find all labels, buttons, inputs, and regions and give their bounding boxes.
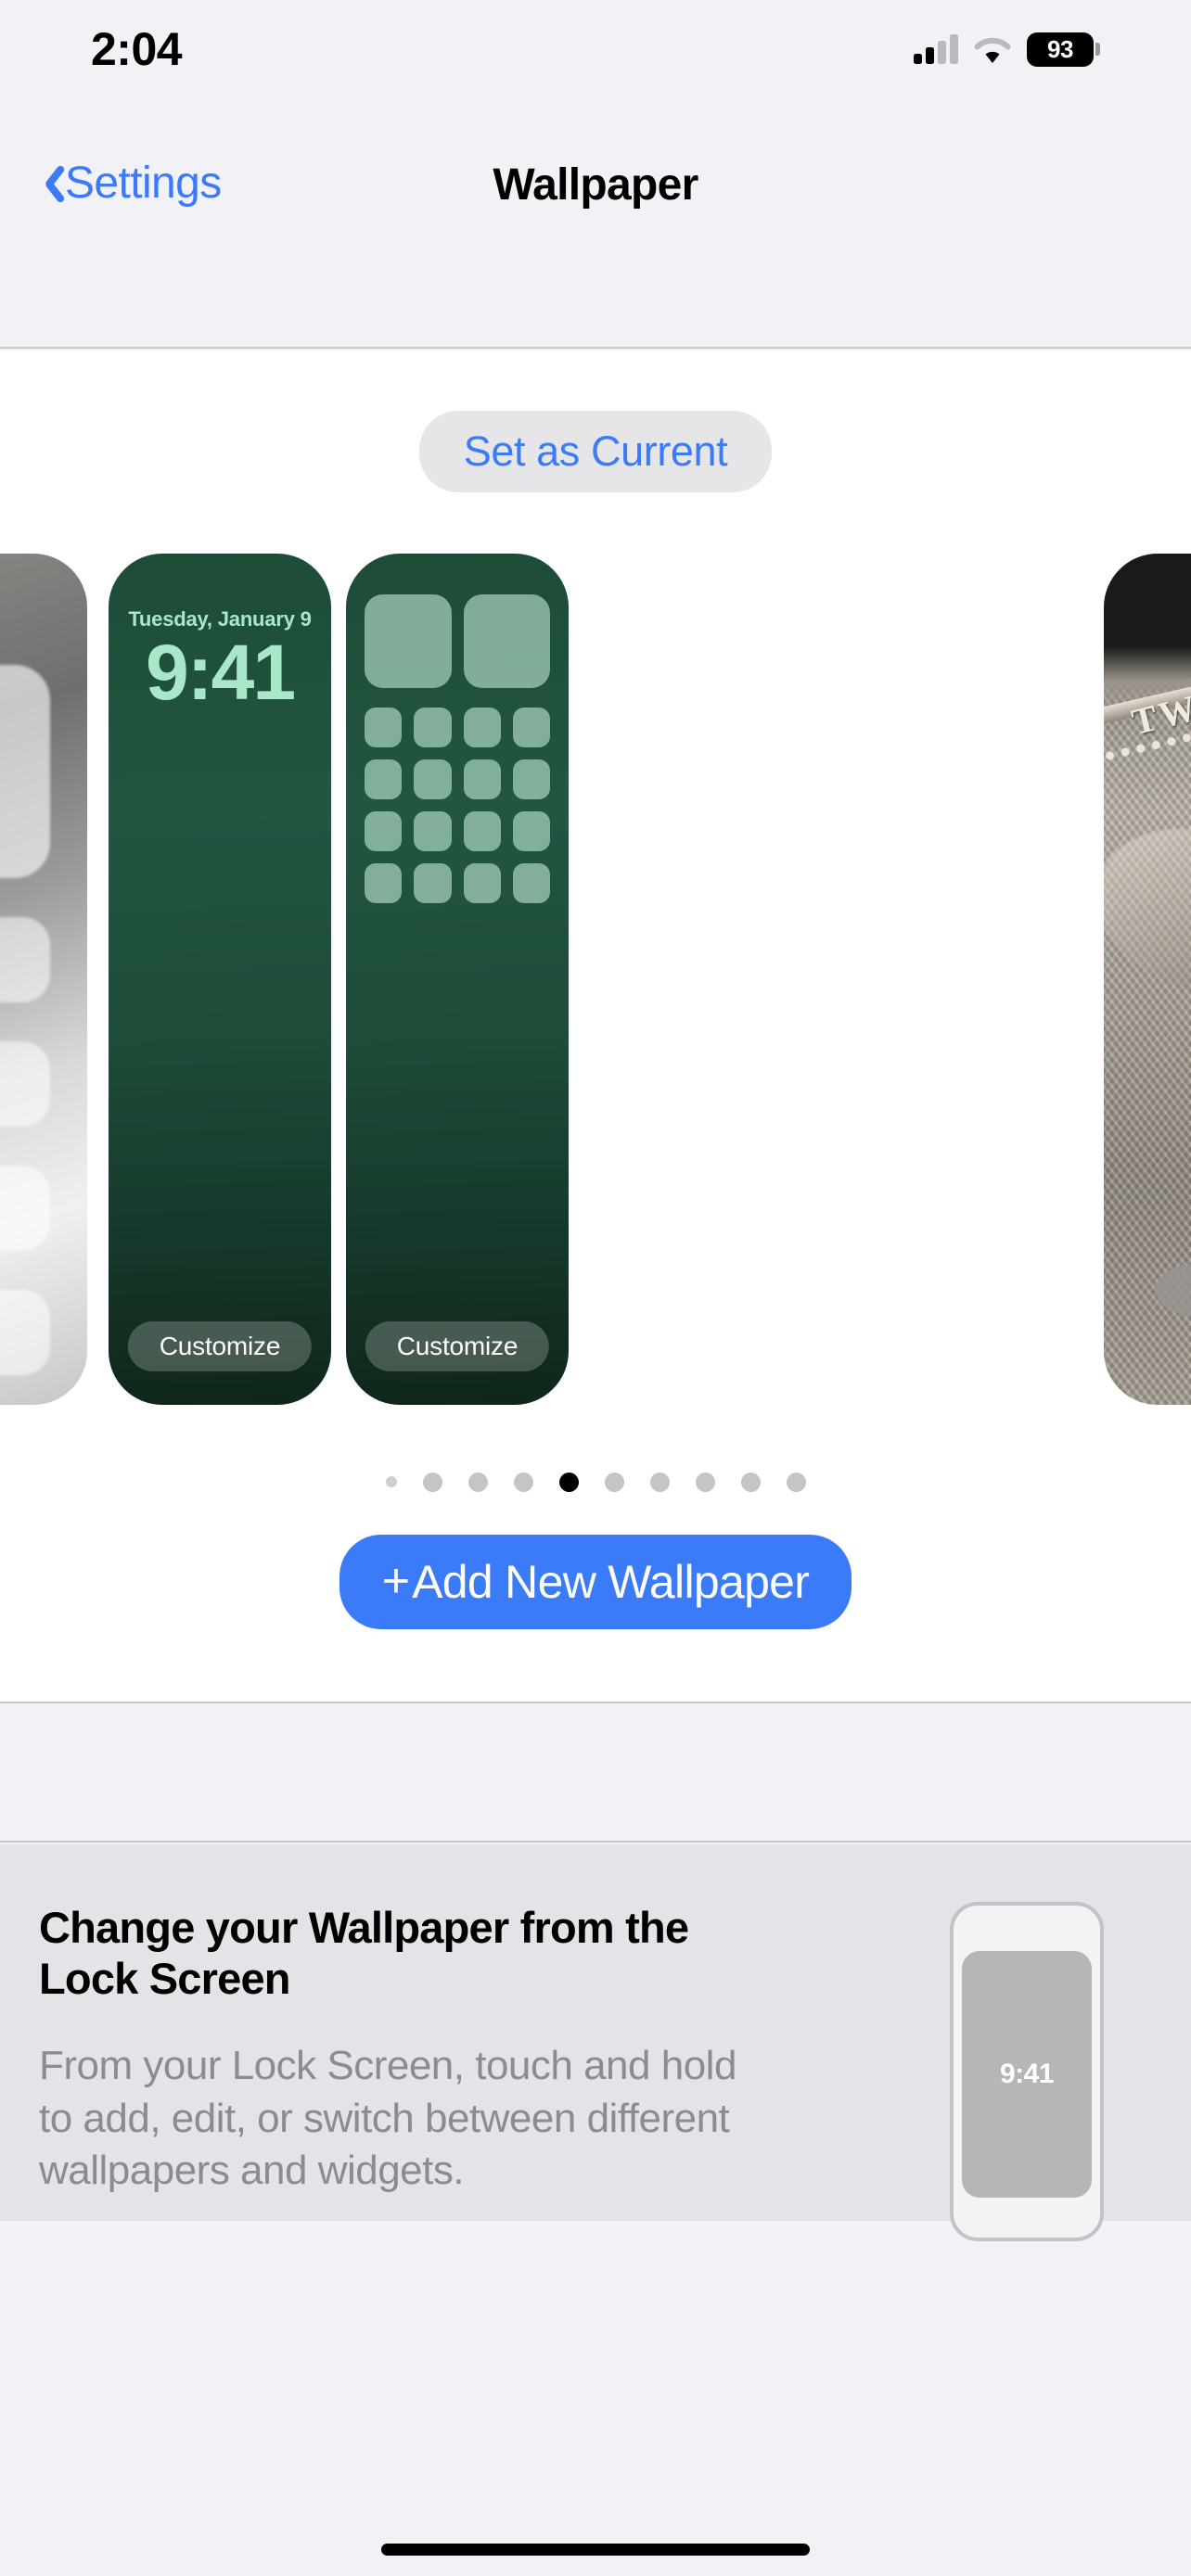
app-icon-placeholder — [512, 708, 550, 747]
page-dot[interactable] — [513, 1472, 533, 1492]
mini-phone-screen: 9:41 — [962, 1951, 1092, 2198]
plus-icon: + — [381, 1553, 411, 1608]
battery-percent-label: 93 — [1046, 34, 1074, 63]
app-icon-placeholder — [512, 759, 550, 799]
app-icon-placeholder — [463, 863, 501, 903]
app-icon-placeholder — [365, 708, 403, 747]
app-icon-placeholder — [463, 708, 501, 747]
set-as-current-container: Set as Current — [0, 411, 1191, 492]
lock-screen-tip-card: Change your Wallpaper from the Lock Scre… — [0, 1844, 1191, 2241]
home-screen-app-grid — [365, 708, 550, 903]
previous-wallpaper-icons — [0, 665, 70, 1405]
customize-home-screen-button[interactable]: Customize — [365, 1321, 550, 1371]
tip-body: From your Lock Screen, touch and hold to… — [39, 2042, 736, 2194]
app-icon-placeholder — [414, 863, 452, 903]
app-icon-placeholder — [463, 811, 501, 851]
app-icon-placeholder — [512, 863, 550, 903]
app-icon-placeholder — [365, 759, 403, 799]
wallpaper-card-previous[interactable] — [0, 554, 87, 1405]
wallpaper-card-home-screen[interactable]: Customize — [346, 554, 569, 1405]
page-dot[interactable] — [604, 1472, 624, 1492]
wallpaper-cards-row[interactable]: Tuesday, January 9 9:41 Customize Custom… — [0, 554, 1191, 1407]
status-bar: 2:04 93 — [0, 0, 1191, 85]
mini-phone-time: 9:41 — [999, 2059, 1055, 2089]
wifi-icon — [973, 35, 1012, 64]
status-bar-indicators: 93 — [914, 32, 1100, 67]
page-dot[interactable] — [695, 1472, 715, 1492]
add-new-wallpaper-label: Add New Wallpaper — [412, 1556, 810, 1608]
add-wallpaper-container: + Add New Wallpaper — [0, 1535, 1191, 1629]
lock-screen-time: 9:41 — [145, 629, 296, 716]
app-icon-placeholder — [414, 811, 452, 851]
app-icon-placeholder — [512, 811, 550, 851]
customize-lock-screen-button[interactable]: Customize — [127, 1321, 313, 1371]
navigation-bar: Settings Wallpaper — [0, 85, 1191, 349]
mini-phone-illustration: 9:41 — [950, 1902, 1104, 2241]
app-icon-placeholder — [463, 759, 501, 799]
tip-title: Change your Wallpaper from the Lock Scre… — [39, 1903, 689, 2004]
wallpaper-card-next[interactable]: TW — [1104, 554, 1191, 1405]
widget-placeholder — [463, 594, 550, 688]
app-icon-placeholder — [365, 863, 403, 903]
home-indicator[interactable] — [381, 2544, 810, 2556]
cellular-signal-icon — [914, 34, 958, 64]
battery-icon: 93 — [1027, 32, 1100, 67]
page-dot[interactable] — [649, 1472, 670, 1492]
app-icon-placeholder — [414, 708, 452, 747]
set-as-current-button[interactable]: Set as Current — [418, 411, 773, 492]
wallpaper-card-lock-screen[interactable]: Tuesday, January 9 9:41 Customize — [109, 554, 331, 1405]
page-dot[interactable] — [422, 1472, 442, 1492]
status-bar-time: 2:04 — [91, 23, 183, 75]
wallpaper-carousel-section: Set as Current Tuesday, January 9 9:41 C… — [0, 351, 1191, 1702]
app-icon-placeholder — [414, 759, 452, 799]
section-divider — [0, 1702, 1191, 1843]
page-dot[interactable] — [740, 1472, 761, 1492]
page-dot-active[interactable] — [558, 1472, 579, 1492]
home-screen-widgets — [365, 594, 550, 688]
iphone-screen: 2:04 93 Settings Wallpaper Set as Curren… — [0, 0, 1191, 2576]
page-dot[interactable] — [786, 1472, 806, 1492]
page-title: Wallpaper — [493, 160, 698, 210]
app-icon-placeholder — [365, 811, 403, 851]
page-dot[interactable] — [385, 1476, 397, 1487]
tip-text-block: Change your Wallpaper from the Lock Scre… — [39, 1902, 772, 2221]
add-new-wallpaper-button[interactable]: + Add New Wallpaper — [339, 1535, 852, 1629]
widget-placeholder — [365, 594, 452, 688]
page-dot[interactable] — [467, 1472, 488, 1492]
carousel-page-dots[interactable] — [0, 1463, 1191, 1500]
